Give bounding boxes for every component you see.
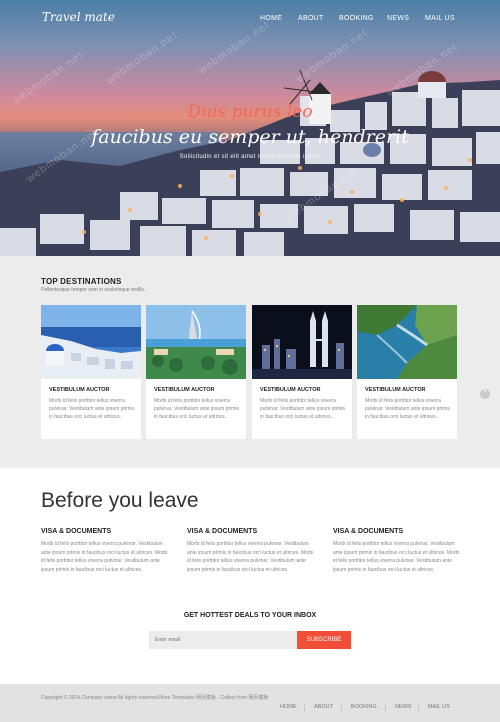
card-title: VESTIBULUM AUCTOR: [49, 387, 110, 393]
site-logo[interactable]: Travel mate: [42, 10, 115, 24]
before-you-leave-section: Before you leave VISA & DOCUMENTS Morbi …: [0, 468, 500, 684]
footer-divider: [341, 704, 342, 711]
card-title: VESTIBULUM AUCTOR: [260, 387, 321, 393]
card-title: VESTIBULUM AUCTOR: [365, 387, 426, 393]
footer-divider: [418, 704, 419, 711]
info-column: VISA & DOCUMENTS Morbi id felis porttito…: [41, 528, 169, 574]
destination-card[interactable]: VESTIBULUM AUCTOR Morbi id felis porttit…: [357, 305, 457, 439]
card-text: Morbi id felis porttitor tellus viverra …: [365, 398, 451, 420]
card-text: Morbi id felis porttitor tellus viverra …: [154, 398, 240, 420]
hero-subtitle: Sollicitudin et sit elit amet luctus pla…: [179, 154, 321, 160]
footer-nav-home[interactable]: HOME: [280, 704, 297, 710]
chevron-up-icon[interactable]: ^: [480, 389, 490, 399]
column-title: VISA & DOCUMENTS: [333, 528, 404, 535]
footer: Copyright © 2014.Company name All rights…: [0, 684, 500, 722]
hero-title-line1: Duis purus leo: [187, 102, 313, 122]
section-subtitle: Pellentesque tempor sem in scelerisque m…: [41, 287, 146, 293]
info-column: VISA & DOCUMENTS Morbi id felis porttito…: [333, 528, 461, 574]
footer-nav-booking[interactable]: BOOKING: [351, 704, 377, 710]
santorini-image[interactable]: [41, 305, 141, 379]
subscribe-button[interactable]: SUBSCRIBE: [297, 631, 351, 649]
dubai-image[interactable]: [146, 305, 246, 379]
card-text: Morbi id felis porttitor tellus viverra …: [260, 398, 346, 420]
destination-card[interactable]: VESTIBULUM AUCTOR Morbi id felis porttit…: [252, 305, 352, 439]
section-title: TOP DESTINATIONS: [41, 277, 122, 286]
footer-nav-news[interactable]: NEWS: [395, 704, 412, 710]
nav-booking[interactable]: BOOKING: [339, 15, 374, 22]
destinations-section: TOP DESTINATIONS Pellentesque tempor sem…: [0, 256, 500, 468]
card-title: VESTIBULUM AUCTOR: [154, 387, 215, 393]
footer-nav-about[interactable]: ABOUT: [314, 704, 333, 710]
hero-banner: Travel mate HOME ABOUT BOOKING NEWS MAIL…: [0, 0, 500, 256]
nav-news[interactable]: NEWS: [387, 15, 409, 22]
column-title: VISA & DOCUMENTS: [187, 528, 258, 535]
coast-image[interactable]: [357, 305, 457, 379]
card-text: Morbi id felis porttitor tellus viverra …: [49, 398, 135, 420]
nav-mail-us[interactable]: MAIL US: [425, 15, 455, 22]
column-text: Morbi id felis porttitor tellus viverra …: [41, 541, 168, 573]
footer-nav-mail-us[interactable]: MAIL US: [428, 704, 450, 710]
copyright-text: Copyright © 2014.Company name All rights…: [41, 695, 269, 701]
column-text: Morbi id felis porttitor tellus viverra …: [333, 541, 460, 573]
nav-home[interactable]: HOME: [260, 15, 282, 22]
column-text: Morbi id felis porttitor tellus viverra …: [187, 541, 314, 573]
nav-about[interactable]: ABOUT: [298, 15, 324, 22]
section-heading: Before you leave: [41, 489, 199, 512]
destination-card[interactable]: VESTIBULUM AUCTOR Morbi id felis porttit…: [41, 305, 141, 439]
footer-divider: [304, 704, 305, 711]
destination-card[interactable]: VESTIBULUM AUCTOR Morbi id felis porttit…: [146, 305, 246, 439]
column-title: VISA & DOCUMENTS: [41, 528, 112, 535]
hero-title-line2: faucibus eu semper ut, hendrerit: [91, 126, 409, 148]
info-column: VISA & DOCUMENTS Morbi id felis porttito…: [187, 528, 315, 574]
city-night-image[interactable]: [252, 305, 352, 379]
email-input[interactable]: [149, 631, 297, 649]
newsletter-title: GET HOTTEST DEALS TO YOUR INBOX: [183, 612, 317, 619]
footer-divider: [385, 704, 386, 711]
